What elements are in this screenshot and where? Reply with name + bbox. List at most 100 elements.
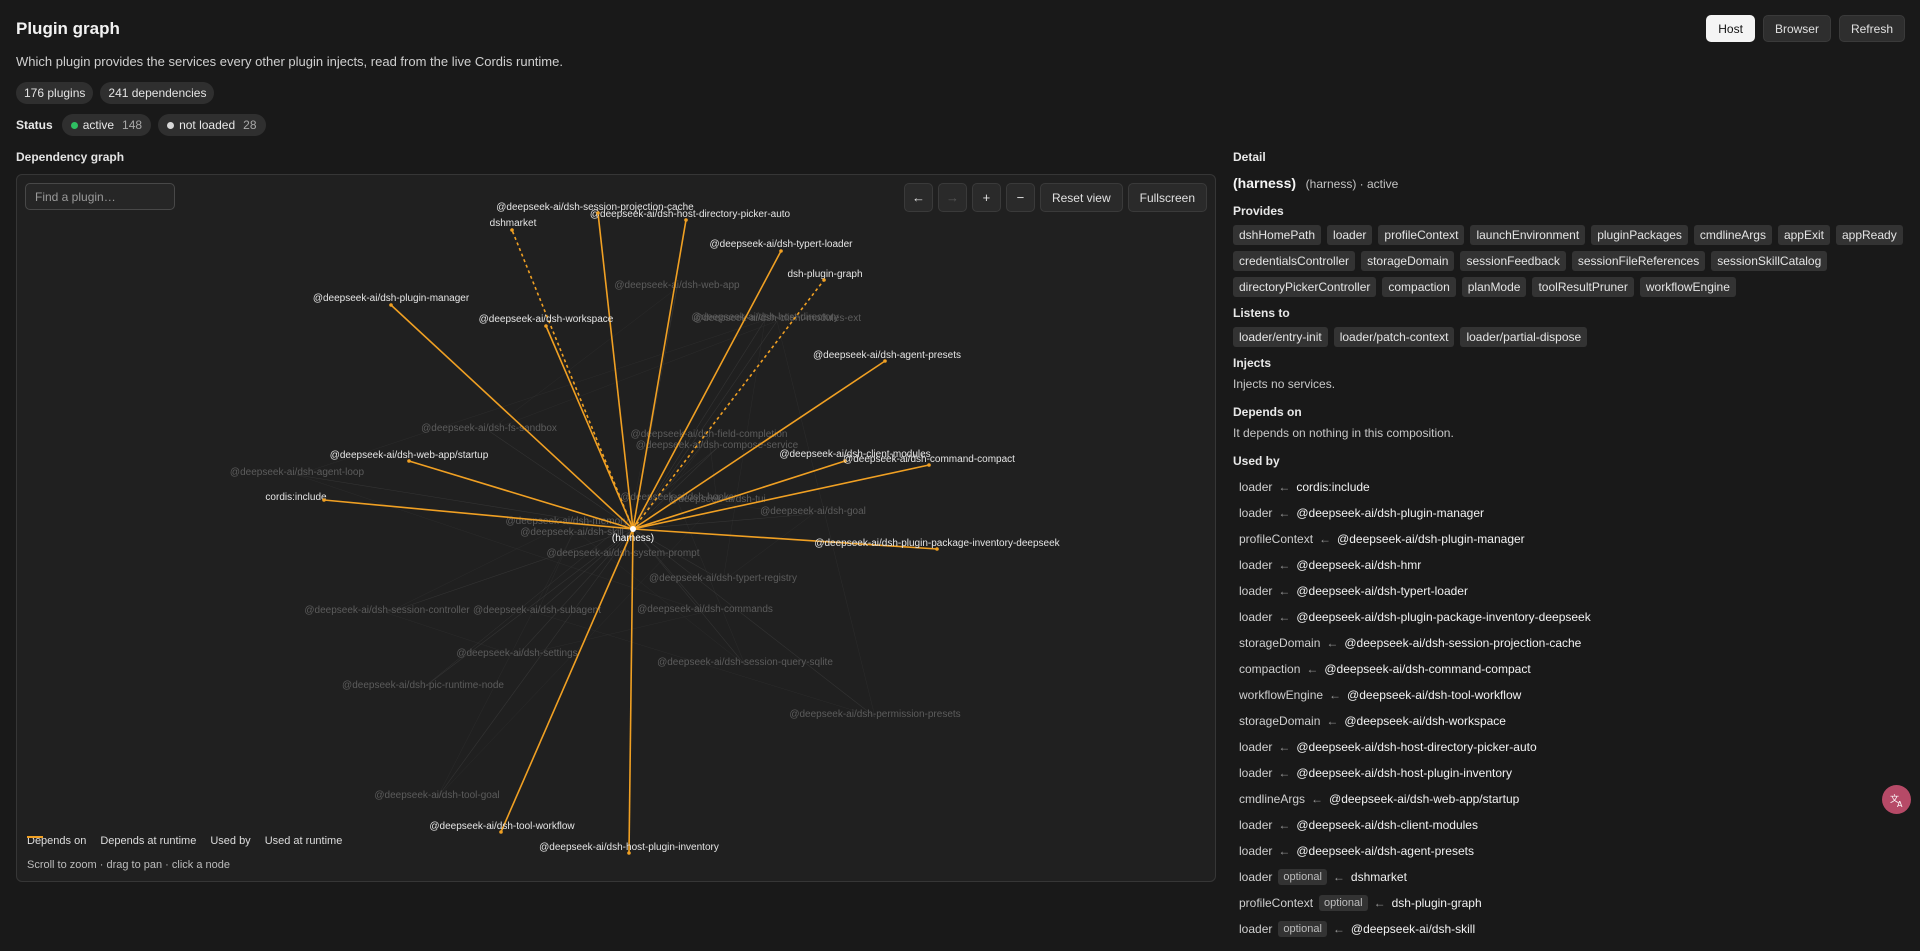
provides-tag[interactable]: planMode — [1461, 277, 1527, 297]
provides-tag[interactable]: sessionFeedback — [1460, 251, 1566, 271]
provides-tag[interactable]: loader — [1327, 225, 1373, 245]
faint-edge — [488, 320, 778, 432]
graph-node-faint[interactable]: @deepseek-ai/dsh-settings — [456, 648, 577, 659]
graph-center-node[interactable] — [630, 526, 636, 532]
used-by-row[interactable]: compaction ← @deepseek-ai/dsh-command-comp… — [1233, 656, 1903, 682]
graph-node-faint[interactable]: @deepseek-ai/dsh-field-completion — [631, 429, 788, 440]
graph-node-label[interactable]: @deepseek-ai/dsh-tool-workflow — [429, 821, 575, 832]
graph-canvas[interactable]: @deepseek-ai/dsh-web-app @deepseek-ai/dsh… — [16, 174, 1216, 882]
graph-node-label[interactable]: @deepseek-ai/dsh-typert-loader — [709, 239, 853, 250]
used-by-row[interactable]: workflowEngine ← @deepseek-ai/dsh-tool-wor… — [1233, 682, 1903, 708]
listens-tag[interactable]: loader/partial-dispose — [1460, 327, 1588, 347]
translate-icon[interactable]: 文 A — [1882, 785, 1911, 814]
graph-node-dot[interactable] — [510, 228, 514, 232]
used-by-row[interactable]: loader ← @deepseek-ai/dsh-plugin-package-i… — [1233, 604, 1903, 630]
graph-node-dot[interactable] — [544, 324, 548, 328]
provides-tag[interactable]: storageDomain — [1361, 251, 1455, 271]
used-by-row[interactable]: storageDomain ← @deepseek-ai/dsh-workspace — [1233, 708, 1903, 734]
graph-node-dot[interactable] — [407, 459, 411, 463]
graph-node-dot[interactable] — [499, 830, 503, 834]
used-by-row[interactable]: storageDomain ← @deepseek-ai/dsh-session-p… — [1233, 630, 1903, 656]
graph-node-dot[interactable] — [883, 359, 887, 363]
provides-tag[interactable]: appReady — [1835, 225, 1903, 245]
forward-button[interactable]: → — [937, 183, 967, 212]
graph-node-faint[interactable]: @deepseek-ai/dsh-client-modules-ext — [693, 313, 861, 324]
provides-tag[interactable]: cmdlineArgs — [1693, 225, 1772, 245]
graph-node-label[interactable]: @deepseek-ai/dsh-session-projection-cach… — [496, 202, 694, 213]
graph-node-dot[interactable] — [322, 498, 326, 502]
used-by-row[interactable]: loader ← cordis:include — [1233, 474, 1903, 500]
arrow-left-icon: ← — [1306, 662, 1319, 676]
graph-node-dot[interactable] — [822, 278, 826, 282]
used-by-row[interactable]: loader ← @deepseek-ai/dsh-typert-loader — [1233, 578, 1903, 604]
graph-node-faint[interactable]: @deepseek-ai/dsh-web-app — [614, 280, 740, 291]
provides-tag[interactable]: workflowEngine — [1639, 277, 1736, 297]
graph-node-faint[interactable]: @deepseek-ai/dsh-pic-runtime-node — [342, 680, 504, 691]
provides-tag[interactable]: compaction — [1382, 277, 1456, 297]
graph-node-label[interactable]: dsh-plugin-graph — [787, 269, 862, 280]
graph-node-label[interactable]: @deepseek-ai/dsh-plugin-manager — [313, 293, 470, 304]
graph-node-faint[interactable]: @deepseek-ai/dsh-tool-goal — [374, 790, 499, 801]
dependency-graph-svg[interactable]: @deepseek-ai/dsh-web-app @deepseek-ai/dsh… — [17, 175, 1215, 881]
provides-tag[interactable]: pluginPackages — [1591, 225, 1688, 245]
listens-tag[interactable]: loader/patch-context — [1333, 327, 1455, 347]
graph-node-label[interactable]: @deepseek-ai/dsh-agent-presets — [813, 350, 961, 361]
used-by-row[interactable]: loader ← @deepseek-ai/dsh-host-plugin-inve… — [1233, 760, 1903, 786]
graph-node-faint[interactable]: @deepseek-ai/dsh-session-query-sqlite — [657, 657, 833, 668]
plugin-search-input[interactable] — [25, 183, 175, 210]
graph-node-faint[interactable]: @deepseek-ai/dsh-goal — [760, 506, 866, 517]
provides-tag[interactable]: dshHomePath — [1233, 225, 1322, 245]
used-by-row[interactable]: profileContext ← @deepseek-ai/dsh-plugin-m… — [1233, 526, 1903, 552]
provides-tag[interactable]: credentialsController — [1233, 251, 1356, 271]
graph-node-faint[interactable]: @deepseek-ai/dsh-typert-registry — [649, 573, 797, 584]
graph-node-dot[interactable] — [935, 547, 939, 551]
graph-node-dot[interactable] — [596, 211, 600, 215]
graph-node-dot[interactable] — [627, 851, 631, 855]
used-by-row[interactable]: loader optional ← @deepseek-ai/dsh-skill — [1233, 916, 1903, 942]
fullscreen-button[interactable]: Fullscreen — [1127, 183, 1207, 212]
zoom-out-button[interactable]: − — [1005, 183, 1035, 212]
zoom-in-button[interactable]: + — [971, 183, 1001, 212]
provides-tag[interactable]: toolResultPruner — [1532, 277, 1634, 297]
used-by-row[interactable]: loader ← @deepseek-ai/dsh-host-directory-p… — [1233, 734, 1903, 760]
graph-node-dot[interactable] — [779, 249, 783, 253]
graph-node-faint[interactable]: @deepseek-ai/dsh-permission-presets — [789, 709, 960, 720]
used-by-row[interactable]: loader ← @deepseek-ai/dsh-agent-presets — [1233, 838, 1903, 864]
graph-node-faint[interactable]: @deepseek-ai/dsh-skill — [520, 527, 624, 538]
used-by-row[interactable]: loader ← @deepseek-ai/dsh-client-modules — [1233, 812, 1903, 838]
used-by-row[interactable]: loader optional ← dshmarket — [1233, 864, 1903, 890]
back-button[interactable]: ← — [903, 183, 933, 212]
graph-node-dot[interactable] — [927, 463, 931, 467]
refresh-button[interactable]: Refresh — [1838, 15, 1905, 42]
graph-node-faint[interactable]: @deepseek-ai/dsh-commands — [637, 604, 773, 615]
graph-node-faint[interactable]: @deepseek-ai/dsh-subagent — [473, 605, 601, 616]
host-button[interactable]: Host — [1706, 15, 1755, 42]
graph-node-faint[interactable]: @deepseek-ai/dsh-agent-loop — [230, 467, 365, 478]
status-active-chip[interactable]: active 148 — [61, 114, 152, 136]
listens-tag[interactable]: loader/entry-init — [1233, 327, 1328, 347]
reset-view-button[interactable]: Reset view — [1039, 183, 1123, 212]
faint-edge — [436, 534, 573, 799]
graph-node-label[interactable]: dshmarket — [490, 218, 537, 229]
provides-tag[interactable]: appExit — [1777, 225, 1830, 245]
provides-tag[interactable]: sessionFileReferences — [1571, 251, 1706, 271]
status-not-loaded-chip[interactable]: not loaded 28 — [158, 114, 266, 136]
provides-tag[interactable]: profileContext — [1378, 225, 1465, 245]
used-by-row[interactable]: loader ← @deepseek-ai/dsh-plugin-manager — [1233, 500, 1903, 526]
graph-node-label[interactable]: @deepseek-ai/dsh-workspace — [479, 314, 614, 325]
graph-node-faint[interactable]: @deepseek-ai/dsh-session-controller — [304, 605, 470, 616]
graph-node-label[interactable]: cordis:include — [265, 492, 327, 503]
graph-node-dot[interactable] — [684, 218, 688, 222]
translate-glyph-icon: 文 A — [1890, 793, 1903, 808]
used-by-row[interactable]: loader ← @deepseek-ai/dsh-hmr — [1233, 552, 1903, 578]
used-by-row[interactable]: cmdlineArgs ← @deepseek-ai/dsh-web-app/sta… — [1233, 786, 1903, 812]
provides-tag[interactable]: sessionSkillCatalog — [1711, 251, 1828, 271]
browser-button[interactable]: Browser — [1762, 15, 1831, 42]
graph-node-faint[interactable]: @deepseek-ai/dsh-compose-service — [636, 440, 799, 451]
graph-center-label[interactable]: (harness) — [612, 533, 654, 544]
provides-tag[interactable]: directoryPickerController — [1233, 277, 1377, 297]
provides-tag[interactable]: launchEnvironment — [1470, 225, 1586, 245]
graph-node-faint[interactable]: @deepseek-ai/dsh-fs-sandbox — [421, 423, 557, 434]
graph-node-dot[interactable] — [389, 303, 393, 307]
used-by-row[interactable]: profileContext optional ← dsh-plugin-graph — [1233, 890, 1903, 916]
